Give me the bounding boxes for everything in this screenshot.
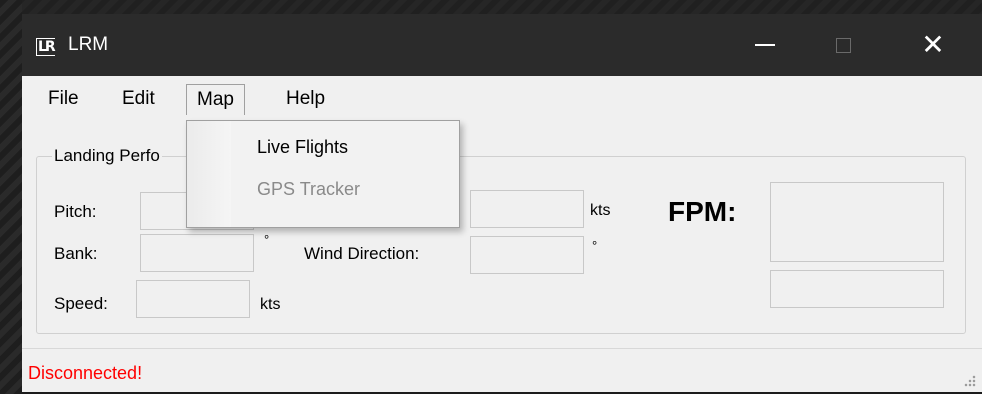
menu-bar: File Edit Map Help [22,76,982,120]
menu-map[interactable]: Map [186,84,245,115]
maximize-icon [835,37,851,53]
menu-edit[interactable]: Edit [114,86,163,112]
wind-direction-unit: ° [592,238,598,253]
menu-item-gps-tracker: GPS Tracker [257,179,361,199]
menu-file[interactable]: File [40,86,87,112]
title-bar[interactable]: LR LRM ✕ [22,14,982,76]
app-icon: LR [36,38,56,56]
minimize-button[interactable] [734,14,796,76]
speed-unit: kts [260,296,281,313]
fpm-label: FPM: [668,196,737,227]
window-title: LRM [68,34,109,55]
map-dropdown-menu: Live Flights GPS Tracker [186,120,460,228]
fpm-secondary-display [770,270,944,308]
close-button[interactable]: ✕ [902,14,964,76]
bank-unit: ° [264,232,270,247]
status-bar: Disconnected! [22,348,982,392]
pitch-label: Pitch: [54,202,97,221]
desktop-background-top [0,0,982,14]
wind-speed-field[interactable] [470,190,584,228]
connection-status: Disconnected! [28,363,143,383]
speed-label: Speed: [54,294,108,313]
wind-speed-unit: kts [590,202,611,219]
wind-direction-label: Wind Direction: [304,244,420,263]
bank-label: Bank: [54,244,98,263]
menu-help[interactable]: Help [278,86,333,112]
resize-grip-icon[interactable] [962,373,976,387]
maximize-button[interactable] [812,14,874,76]
speed-field[interactable] [136,280,250,318]
app-window: LR LRM ✕ File Edit Map Help Landing Perf… [22,14,982,392]
desktop-background-left [0,0,22,394]
group-title: Landing Perfo [52,146,162,166]
close-icon: ✕ [921,28,945,61]
menu-item-live-flights[interactable]: Live Flights [257,137,348,158]
fpm-display [770,182,944,262]
wind-direction-field[interactable] [470,236,584,274]
dropdown-icon-gutter [187,121,231,227]
bank-field[interactable] [140,234,254,272]
minimize-icon [755,44,775,46]
